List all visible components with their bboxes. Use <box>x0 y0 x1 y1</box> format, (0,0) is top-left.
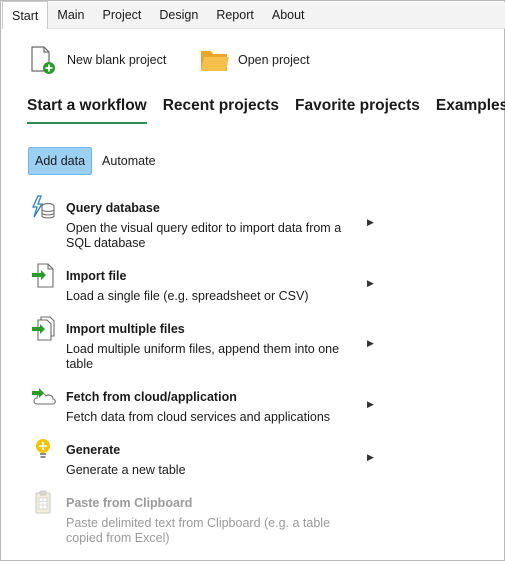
list-item-fetch-from-cloud[interactable]: Fetch from cloud/application Fetch data … <box>31 384 391 424</box>
menu-tab-project[interactable]: Project <box>94 2 151 28</box>
new-blank-project-button[interactable]: New blank project <box>29 45 166 75</box>
tab-recent-projects[interactable]: Recent projects <box>163 97 279 124</box>
item-description: Generate a new table <box>66 463 186 477</box>
import-multiple-files-icon <box>31 316 55 342</box>
item-description: Open the visual query editor to import d… <box>66 221 342 250</box>
item-description: Load multiple uniform files, append them… <box>66 342 340 371</box>
item-title: Import file <box>66 269 127 283</box>
item-title: Paste from Clipboard <box>66 496 193 510</box>
list-item-import-multiple-files[interactable]: Import multiple files Load multiple unif… <box>31 316 391 372</box>
subtab-automate[interactable]: Automate <box>96 148 162 174</box>
item-title: Generate <box>66 443 121 457</box>
new-document-icon <box>29 45 57 75</box>
menu-tab-main[interactable]: Main <box>48 2 93 28</box>
app-window: Start Main Project Design Report About N… <box>0 0 505 561</box>
clipboard-icon <box>31 490 55 516</box>
list-item-query-database[interactable]: Query database Open the visual query edi… <box>31 195 391 251</box>
section-tabs: Start a workflow Recent projects Favorit… <box>27 97 505 124</box>
sub-tabs: Add data Automate <box>28 147 162 175</box>
menu-tab-design[interactable]: Design <box>150 2 207 28</box>
import-file-icon <box>31 263 55 289</box>
menu-tab-start[interactable]: Start <box>2 1 49 29</box>
new-blank-project-label: New blank project <box>67 53 167 67</box>
folder-icon <box>200 45 229 75</box>
menu-tab-report[interactable]: Report <box>207 2 263 28</box>
item-description: Fetch data from cloud services and appli… <box>66 410 331 424</box>
item-description: Load a single file (e.g. spreadsheet or … <box>66 289 309 303</box>
item-title: Query database <box>66 201 160 215</box>
open-project-button[interactable]: Open project <box>200 45 310 75</box>
item-title: Import multiple files <box>66 322 185 336</box>
list-item-import-file[interactable]: Import file Load a single file (e.g. spr… <box>31 263 391 303</box>
tab-start-a-workflow[interactable]: Start a workflow <box>27 97 147 124</box>
item-title: Fetch from cloud/application <box>66 390 237 404</box>
subtab-add-data[interactable]: Add data <box>28 147 93 175</box>
chevron-right-icon: ▶ <box>367 278 374 288</box>
chevron-right-icon: ▶ <box>367 452 374 462</box>
query-database-icon <box>31 195 55 221</box>
menu-tab-about[interactable]: About <box>263 2 314 28</box>
menu-bar: Start Main Project Design Report About <box>2 1 505 29</box>
list-item-paste-from-clipboard: Paste from Clipboard Paste delimited tex… <box>31 490 391 546</box>
list-item-generate[interactable]: Generate Generate a new table ▶ <box>31 437 391 477</box>
cloud-fetch-icon <box>31 384 56 410</box>
tab-examples[interactable]: Examples <box>436 97 505 124</box>
chevron-right-icon: ▶ <box>367 338 374 348</box>
lightbulb-icon <box>31 437 55 463</box>
chevron-right-icon: ▶ <box>367 399 374 409</box>
tab-favorite-projects[interactable]: Favorite projects <box>295 97 420 124</box>
open-project-label: Open project <box>238 53 310 67</box>
item-description: Paste delimited text from Clipboard (e.g… <box>66 516 331 545</box>
chevron-right-icon: ▶ <box>367 217 374 227</box>
